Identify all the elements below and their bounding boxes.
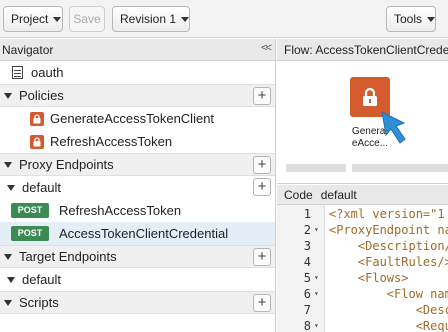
line-number: 2 — [303, 223, 311, 237]
flow-title: Flow: AccessTokenClientCredential — [284, 42, 448, 57]
code-line: 3 <Description/> — [277, 239, 448, 255]
lock-icon — [363, 87, 377, 106]
expand-triangle-icon — [4, 299, 12, 306]
line-number: 5 — [303, 271, 311, 285]
fold-toggle-icon[interactable]: ▾ — [314, 321, 319, 330]
tools-label: Tools — [394, 12, 423, 26]
code-file-label: default — [320, 187, 357, 202]
code-text: <?xml version="1 — [329, 207, 445, 221]
target-default-item[interactable]: default — [0, 268, 275, 291]
flow-request-bar — [286, 164, 346, 172]
lock-icon — [30, 111, 44, 126]
line-number: 1 — [303, 207, 311, 221]
code-panel: Code default 1 <?xml version="1 2 ▾ <ProxyEn… — [277, 185, 448, 332]
navigator-panel: Navigator << oauth Policies + GenerateAc… — [0, 39, 276, 332]
post-method-badge: POST — [11, 226, 49, 241]
section-label: Policies — [19, 88, 64, 103]
save-label: Save — [73, 12, 101, 26]
line-number: 7 — [303, 303, 311, 317]
add-target-endpoint-button[interactable]: + — [253, 248, 271, 266]
code-tab-label[interactable]: Code — [284, 188, 313, 202]
chevron-down-icon — [427, 16, 436, 22]
policy-label: RefreshAccessToken — [50, 134, 173, 149]
flow-header: Flow: AccessTokenClientCredential — [277, 39, 448, 61]
code-line: 1 <?xml version="1 — [277, 207, 448, 223]
policy-label: GenerateAccessTokenClient — [50, 111, 215, 126]
code-line: 6 ▾ <Flow nam — [277, 287, 448, 303]
section-label: Proxy Endpoints — [19, 157, 114, 172]
expand-triangle-icon — [4, 253, 12, 260]
fold-toggle-icon[interactable]: ▾ — [314, 289, 319, 298]
fold-toggle-icon[interactable]: ▾ — [314, 225, 319, 234]
code-line: 8 ▾ <Requ — [277, 319, 448, 332]
flow-label: RefreshAccessToken — [59, 203, 182, 218]
navigator-header: Navigator << — [0, 39, 275, 61]
code-text: <Requ — [329, 319, 448, 332]
chevron-down-icon — [53, 16, 62, 22]
revision-label: Revision 1 — [120, 12, 177, 26]
policy-item[interactable]: RefreshAccessToken — [0, 130, 275, 153]
line-number: 4 — [303, 255, 311, 269]
code-text: <Flow nam — [329, 287, 448, 301]
section-label: Target Endpoints — [19, 249, 117, 264]
flow-label: AccessTokenClientCredential — [59, 226, 229, 241]
document-icon — [12, 66, 23, 79]
section-proxy-endpoints[interactable]: Proxy Endpoints + — [0, 153, 275, 176]
nav-item-label: oauth — [31, 65, 64, 80]
chevron-down-icon — [181, 16, 190, 22]
project-label: Project — [11, 12, 49, 26]
line-number: 6 — [303, 287, 311, 301]
navigator-title: Navigator — [2, 42, 54, 57]
expand-triangle-icon — [7, 276, 15, 283]
add-policy-button[interactable]: + — [253, 87, 271, 105]
policy-item[interactable]: GenerateAccessTokenClient — [0, 107, 275, 130]
expand-triangle-icon — [4, 161, 12, 168]
add-proxy-endpoint-button[interactable]: + — [253, 156, 271, 174]
code-text: <Description/> — [329, 239, 448, 253]
code-line: 2 ▾ <ProxyEndpoint na — [277, 223, 448, 239]
toolbar: Project Save Revision 1 Tools — [0, 0, 448, 38]
flow-item[interactable]: POST RefreshAccessToken — [0, 199, 275, 222]
revision-menu-button[interactable]: Revision 1 — [112, 6, 190, 32]
section-label: Scripts — [19, 295, 59, 310]
section-scripts[interactable]: Scripts + — [0, 291, 275, 314]
default-label: default — [22, 272, 62, 287]
nav-item-oauth[interactable]: oauth — [0, 61, 275, 84]
code-header: Code default — [277, 185, 448, 205]
add-flow-button[interactable]: + — [253, 178, 271, 196]
pointer-arrow-icon — [381, 111, 406, 144]
proxy-default-item[interactable]: default + — [0, 176, 275, 199]
default-label: default — [22, 180, 62, 195]
save-button[interactable]: Save — [69, 6, 105, 32]
code-text: <Flows> — [329, 271, 409, 285]
section-policies[interactable]: Policies + — [0, 84, 275, 107]
project-menu-button[interactable]: Project — [3, 6, 63, 32]
section-target-endpoints[interactable]: Target Endpoints + — [0, 245, 275, 268]
code-text: <FaultRules/> — [329, 255, 448, 269]
flow-panel: Flow: AccessTokenClientCredential Genera… — [277, 39, 448, 184]
add-script-button[interactable]: + — [253, 294, 271, 312]
flow-response-bar — [352, 164, 448, 172]
post-method-badge: POST — [11, 203, 49, 218]
lock-icon — [30, 134, 44, 149]
line-number: 8 — [303, 319, 311, 332]
expand-triangle-icon — [7, 184, 15, 191]
expand-triangle-icon — [4, 92, 12, 99]
code-text: <Desc — [329, 303, 448, 317]
flow-item-selected[interactable]: POST AccessTokenClientCredential — [0, 222, 275, 245]
line-number: 3 — [303, 239, 311, 253]
code-text: <ProxyEndpoint na — [329, 223, 448, 237]
collapse-panel-icon[interactable]: << — [261, 42, 272, 54]
code-line: 5 ▾ <Flows> — [277, 271, 448, 287]
code-line: 4 <FaultRules/> — [277, 255, 448, 271]
tools-menu-button[interactable]: Tools — [386, 6, 436, 32]
fold-toggle-icon[interactable]: ▾ — [314, 273, 319, 282]
code-line: 7 <Desc — [277, 303, 448, 319]
